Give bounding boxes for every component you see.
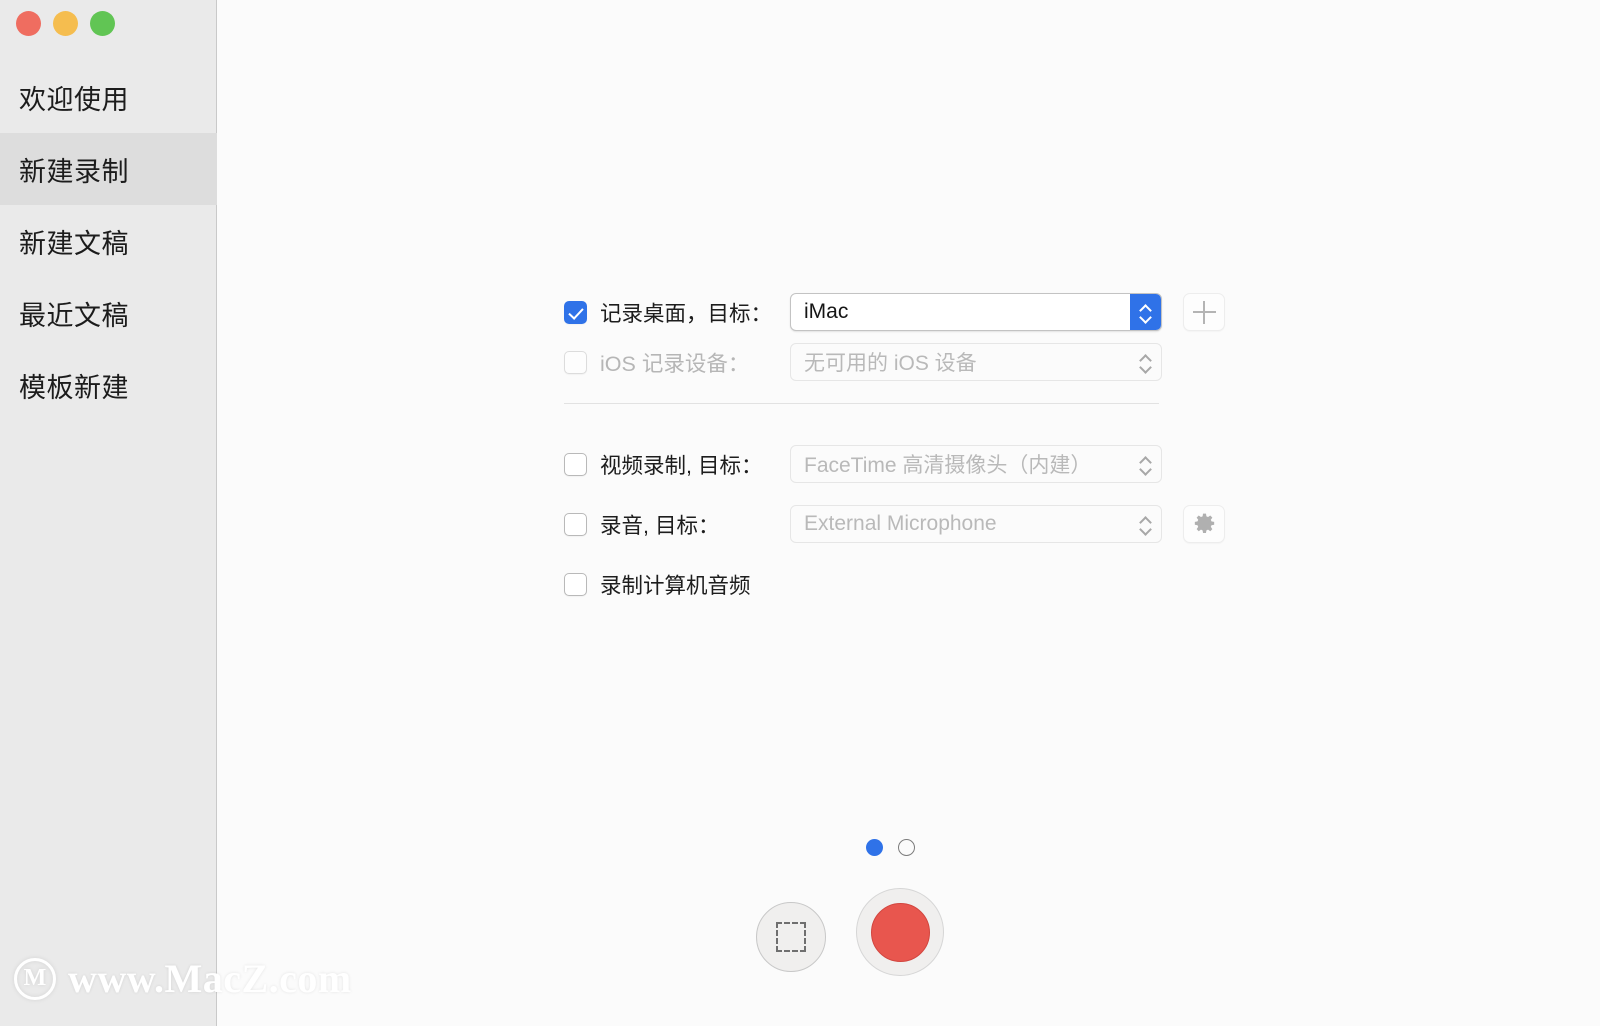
video-record-select-value: FaceTime 高清摄像头（内建） xyxy=(804,454,1092,477)
audio-record-label-cell: 录音, 目标： xyxy=(564,509,790,540)
audio-record-label: 录音, 目标： xyxy=(600,513,720,538)
page-dot-1[interactable] xyxy=(866,839,883,856)
video-record-label: 视频录制, 目标： xyxy=(600,453,763,478)
window-traffic-lights xyxy=(16,11,115,36)
sidebar-item-new-from-template[interactable]: 模板新建 xyxy=(0,349,217,421)
record-button[interactable] xyxy=(856,888,944,976)
main-panel: 记录桌面，目标： iMac iOS 记录设备： 无可用的 iOS 设备 视频录制… xyxy=(218,0,1600,1026)
audio-record-select[interactable]: External Microphone xyxy=(790,505,1162,543)
ios-device-label: iOS 记录设备： xyxy=(600,351,750,376)
audio-record-checkbox[interactable] xyxy=(564,512,587,536)
sidebar-nav-list: 欢迎使用 新建录制 新建文稿 最近文稿 模板新建 xyxy=(0,61,217,421)
chevron-updown-icon[interactable] xyxy=(1130,344,1161,380)
screenshot-button[interactable] xyxy=(756,901,826,972)
computer-audio-label-cell: 录制计算机音频 xyxy=(564,569,751,600)
video-record-checkbox[interactable] xyxy=(564,452,587,476)
form-row-record-desktop: 记录桌面，目标： iMac xyxy=(564,288,1574,336)
video-record-select[interactable]: FaceTime 高清摄像头（内建） xyxy=(790,445,1162,483)
page-dot-2[interactable] xyxy=(898,839,915,856)
sidebar-item-label: 欢迎使用 xyxy=(19,84,129,115)
app-window: 欢迎使用 新建录制 新建文稿 最近文稿 模板新建 记录桌面，目标： iMac i… xyxy=(0,0,1600,1026)
record-dot-icon xyxy=(870,902,930,962)
ios-device-label-cell: iOS 记录设备： xyxy=(564,347,790,378)
chevron-updown-icon[interactable] xyxy=(1130,294,1161,330)
form-separator xyxy=(564,403,1159,404)
gear-icon xyxy=(1194,513,1214,533)
sidebar-item-label: 最近文稿 xyxy=(19,300,129,331)
sidebar-item-label: 模板新建 xyxy=(19,372,129,403)
action-buttons xyxy=(756,888,944,976)
ios-device-select[interactable]: 无可用的 iOS 设备 xyxy=(790,343,1162,381)
sidebar-item-label: 新建录制 xyxy=(19,156,129,187)
computer-audio-label: 录制计算机音频 xyxy=(600,573,751,598)
sidebar-item-label: 新建文稿 xyxy=(19,228,129,259)
chevron-updown-icon[interactable] xyxy=(1130,506,1161,542)
audio-settings-button[interactable] xyxy=(1183,505,1225,543)
ios-device-select-value: 无可用的 iOS 设备 xyxy=(804,352,977,375)
record-desktop-checkbox[interactable] xyxy=(564,300,587,324)
form-row-video-record: 视频录制, 目标： FaceTime 高清摄像头（内建） xyxy=(564,440,1574,488)
sidebar-item-welcome[interactable]: 欢迎使用 xyxy=(0,61,217,133)
form-row-computer-audio: 录制计算机音频 xyxy=(564,560,1574,608)
zoom-window-button[interactable] xyxy=(90,11,115,36)
add-desktop-source-button[interactable] xyxy=(1183,293,1225,331)
video-record-label-cell: 视频录制, 目标： xyxy=(564,449,790,480)
computer-audio-checkbox[interactable] xyxy=(564,572,587,596)
record-desktop-select-value: iMac xyxy=(804,300,849,323)
ios-device-checkbox[interactable] xyxy=(564,350,587,374)
plus-icon xyxy=(1192,300,1216,324)
selection-marquee-icon xyxy=(776,921,806,952)
form-row-audio-record: 录音, 目标： External Microphone xyxy=(564,500,1574,548)
form-row-ios-device: iOS 记录设备： 无可用的 iOS 设备 xyxy=(564,338,1574,386)
page-indicator-dots xyxy=(866,839,915,856)
record-desktop-label-cell: 记录桌面，目标： xyxy=(564,297,790,328)
chevron-updown-icon[interactable] xyxy=(1130,446,1161,482)
sidebar-item-recent-documents[interactable]: 最近文稿 xyxy=(0,277,217,349)
record-desktop-select[interactable]: iMac xyxy=(790,293,1162,331)
sidebar: 欢迎使用 新建录制 新建文稿 最近文稿 模板新建 xyxy=(0,0,217,1026)
audio-record-select-value: External Microphone xyxy=(804,512,997,535)
recording-options-form: 记录桌面，目标： iMac iOS 记录设备： 无可用的 iOS 设备 视频录制… xyxy=(564,288,1574,610)
sidebar-item-new-document[interactable]: 新建文稿 xyxy=(0,205,217,277)
record-desktop-label: 记录桌面，目标： xyxy=(600,301,773,326)
sidebar-item-new-recording[interactable]: 新建录制 xyxy=(0,133,217,205)
minimize-window-button[interactable] xyxy=(53,11,78,36)
close-window-button[interactable] xyxy=(16,11,41,36)
